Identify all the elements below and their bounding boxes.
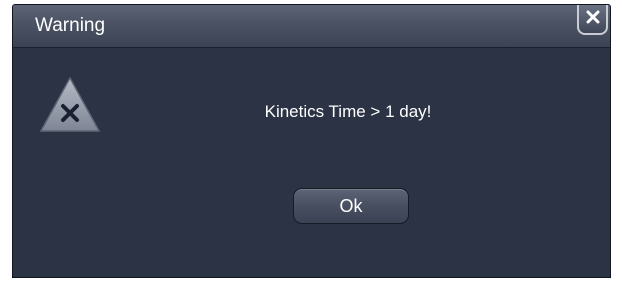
dialog-title: Warning (35, 15, 106, 36)
ok-button[interactable]: Ok (293, 188, 409, 224)
title-bar[interactable]: Warning (13, 5, 610, 48)
warning-message: Kinetics Time > 1 day! (264, 102, 432, 121)
dialog-body: Kinetics Time > 1 day! Ok (13, 48, 610, 277)
warning-dialog: Warning Kinetics Time > 1 day! Ok (12, 4, 611, 278)
warning-triangle-icon (39, 76, 101, 132)
close-icon (586, 10, 600, 24)
close-button[interactable] (577, 5, 608, 35)
